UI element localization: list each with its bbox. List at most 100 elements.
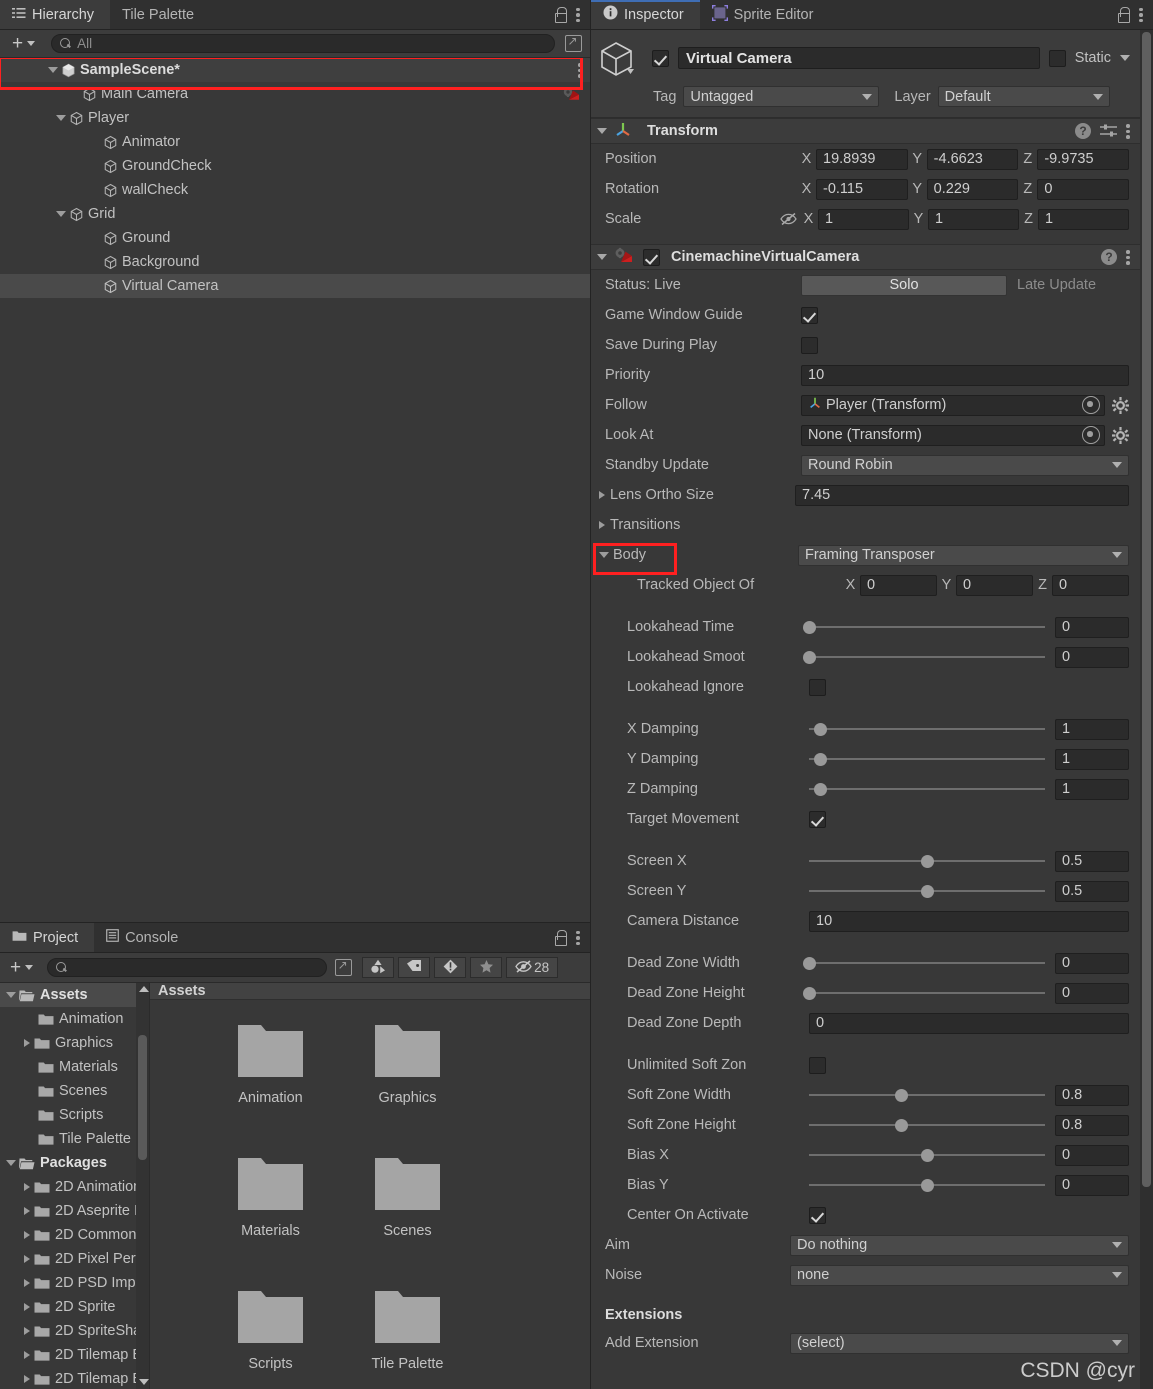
scroll-up-arrow-icon[interactable] [139, 986, 149, 992]
asset-item[interactable]: Animation [202, 1022, 339, 1155]
project-tree-row[interactable]: 2D Tilemap Extras [0, 1367, 149, 1389]
rotation-y-field[interactable]: 0.229 [927, 179, 1019, 200]
slider-knob[interactable] [921, 885, 934, 898]
expand-triangle-icon[interactable] [599, 552, 609, 558]
transitions-row[interactable]: Transitions [591, 510, 1140, 540]
bias-x-slider[interactable] [809, 1147, 1045, 1163]
slider-knob[interactable] [895, 1089, 908, 1102]
project-tree-row[interactable]: Scripts [0, 1103, 149, 1127]
lookahead-time-field[interactable]: 0 [1055, 617, 1129, 638]
screen-x-field[interactable]: 0.5 [1055, 851, 1129, 872]
hierarchy-menu-icon[interactable] [576, 7, 580, 23]
slider-knob[interactable] [803, 651, 816, 664]
cinemachine-enabled-checkbox[interactable] [643, 249, 660, 266]
project-tree-row[interactable]: Animation [0, 1007, 149, 1031]
soft-zone-width-field[interactable]: 0.8 [1055, 1085, 1129, 1106]
expand-triangle-icon[interactable] [597, 128, 607, 134]
expand-triangle-icon[interactable] [24, 1183, 30, 1191]
gear-icon[interactable] [1112, 397, 1129, 414]
tab-sprite-editor[interactable]: Sprite Editor [700, 0, 830, 29]
help-icon[interactable]: ? [1075, 123, 1091, 139]
expand-triangle-icon[interactable] [24, 1303, 30, 1311]
inspector-scrollbar[interactable] [1140, 30, 1153, 1389]
expand-triangle-icon[interactable] [24, 1279, 30, 1287]
scrollbar-thumb[interactable] [1142, 32, 1151, 1187]
popout-icon[interactable] [335, 959, 352, 976]
transform-component-header[interactable]: Transform ? [591, 118, 1140, 144]
expand-triangle-icon[interactable] [56, 211, 66, 217]
scrollbar-thumb[interactable] [138, 1035, 147, 1160]
tracked-object-z-field[interactable]: 0 [1052, 575, 1129, 596]
hierarchy-row-background[interactable]: Background [0, 250, 590, 274]
soft-zone-height-field[interactable]: 0.8 [1055, 1115, 1129, 1136]
dead-zone-depth-field[interactable]: 0 [809, 1013, 1129, 1034]
project-tree-row[interactable]: 2D PSD Importer [0, 1271, 149, 1295]
project-search-input[interactable] [47, 958, 327, 977]
tracked-object-y-field[interactable]: 0 [956, 575, 1033, 596]
expand-triangle-icon[interactable] [24, 1327, 30, 1335]
expand-triangle-icon[interactable] [56, 115, 66, 121]
transform-menu-icon[interactable] [1126, 123, 1130, 139]
expand-triangle-icon[interactable] [24, 1375, 30, 1383]
expand-triangle-icon[interactable] [6, 1160, 16, 1166]
lookahead-smoothing-slider[interactable] [809, 649, 1045, 665]
asset-item[interactable]: Scripts [202, 1288, 339, 1389]
slider-knob[interactable] [814, 753, 827, 766]
slider-knob[interactable] [803, 957, 816, 970]
tab-hierarchy[interactable]: Hierarchy [0, 0, 110, 29]
constrain-proportions-icon[interactable] [780, 212, 797, 226]
look-at-object-field[interactable]: None (Transform) [801, 425, 1105, 446]
gameobject-enabled-checkbox[interactable] [652, 50, 669, 67]
project-tree-row[interactable]: 2D Aseprite Importer [0, 1199, 149, 1223]
save-during-play-checkbox[interactable] [801, 337, 818, 354]
expand-triangle-icon[interactable] [599, 491, 605, 499]
position-z-field[interactable]: -9.9735 [1037, 149, 1129, 170]
asset-item[interactable]: Scenes [339, 1155, 476, 1288]
unlimited-soft-zone-checkbox[interactable] [809, 1057, 826, 1074]
position-y-field[interactable]: -4.6623 [927, 149, 1019, 170]
soft-zone-width-slider[interactable] [809, 1087, 1045, 1103]
center-on-activate-checkbox[interactable] [809, 1207, 826, 1224]
scene-menu-icon[interactable] [578, 62, 582, 78]
static-dropdown-icon[interactable] [1120, 55, 1130, 61]
noise-dropdown[interactable]: none [790, 1265, 1129, 1286]
expand-triangle-icon[interactable] [24, 1231, 30, 1239]
tab-project[interactable]: Project [0, 923, 94, 952]
y-damping-slider[interactable] [809, 751, 1045, 767]
add-extension-dropdown[interactable]: (select) [790, 1333, 1129, 1354]
hierarchy-row-groundcheck[interactable]: GroundCheck [0, 154, 590, 178]
expand-triangle-icon[interactable] [24, 1351, 30, 1359]
hierarchy-search-input[interactable]: All [51, 34, 555, 53]
screen-y-slider[interactable] [809, 883, 1045, 899]
inspector-menu-icon[interactable] [1139, 7, 1143, 23]
project-tree-row[interactable]: 2D Common [0, 1223, 149, 1247]
scroll-down-arrow-icon[interactable] [139, 1379, 149, 1385]
follow-object-field[interactable]: Player (Transform) [801, 395, 1105, 416]
tab-tile-palette[interactable]: Tile Palette [110, 0, 210, 29]
project-tree-row[interactable]: Graphics [0, 1031, 149, 1055]
lock-icon[interactable] [553, 930, 566, 945]
aim-dropdown[interactable]: Do nothing [790, 1235, 1129, 1256]
x-damping-field[interactable]: 1 [1055, 719, 1129, 740]
expand-triangle-icon[interactable] [24, 1039, 30, 1047]
expand-triangle-icon[interactable] [48, 67, 58, 73]
project-tree-row[interactable]: Materials [0, 1055, 149, 1079]
slider-knob[interactable] [921, 1179, 934, 1192]
static-checkbox[interactable] [1049, 50, 1066, 67]
dead-zone-height-slider[interactable] [809, 985, 1045, 1001]
cinemachine-component-header[interactable]: CinemachineVirtualCamera ? [591, 244, 1140, 270]
scale-y-field[interactable]: 1 [928, 209, 1019, 230]
position-x-field[interactable]: 19.8939 [816, 149, 908, 170]
asset-item[interactable]: Materials [202, 1155, 339, 1288]
project-tree-row[interactable]: Tile Palette [0, 1127, 149, 1151]
slider-knob[interactable] [895, 1119, 908, 1132]
project-tree-row[interactable]: 2D Tilemap Editor [0, 1343, 149, 1367]
lookahead-smoothing-field[interactable]: 0 [1055, 647, 1129, 668]
hierarchy-row-virtual-camera[interactable]: Virtual Camera [0, 274, 590, 298]
rotation-x-field[interactable]: -0.115 [816, 179, 908, 200]
body-dropdown[interactable]: Framing Transposer [798, 545, 1129, 566]
lookahead-time-slider[interactable] [809, 619, 1045, 635]
screen-x-slider[interactable] [809, 853, 1045, 869]
standby-update-dropdown[interactable]: Round Robin [801, 455, 1129, 476]
gameobject-name-field[interactable]: Virtual Camera [678, 47, 1040, 69]
